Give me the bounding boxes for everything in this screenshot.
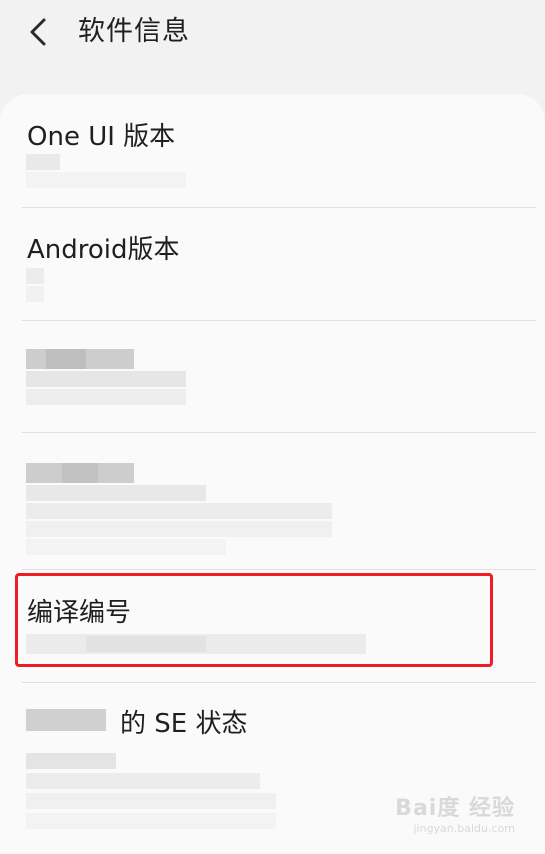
item-label: One UI 版本 xyxy=(27,122,176,152)
list-item-redacted[interactable] xyxy=(0,321,545,433)
item-label: Android版本 xyxy=(27,235,180,265)
watermark-logo: Bai度 经验 xyxy=(395,796,515,821)
list-item-redacted[interactable] xyxy=(0,433,545,569)
chevron-left-icon xyxy=(30,18,46,46)
list-item-android-version[interactable]: Android版本 xyxy=(0,208,545,320)
back-button[interactable] xyxy=(22,14,56,50)
list-item-one-ui-version[interactable]: One UI 版本 xyxy=(0,96,545,208)
top-app-bar: 软件信息 xyxy=(0,0,545,92)
highlight-frame xyxy=(15,573,493,667)
watermark-url: jingyan.baidu.com xyxy=(413,822,515,835)
watermark: Bai度 经验 jingyan.baidu.com xyxy=(395,790,515,835)
page-title: 软件信息 xyxy=(78,16,190,47)
item-label: 的 SE 状态 xyxy=(120,709,248,739)
